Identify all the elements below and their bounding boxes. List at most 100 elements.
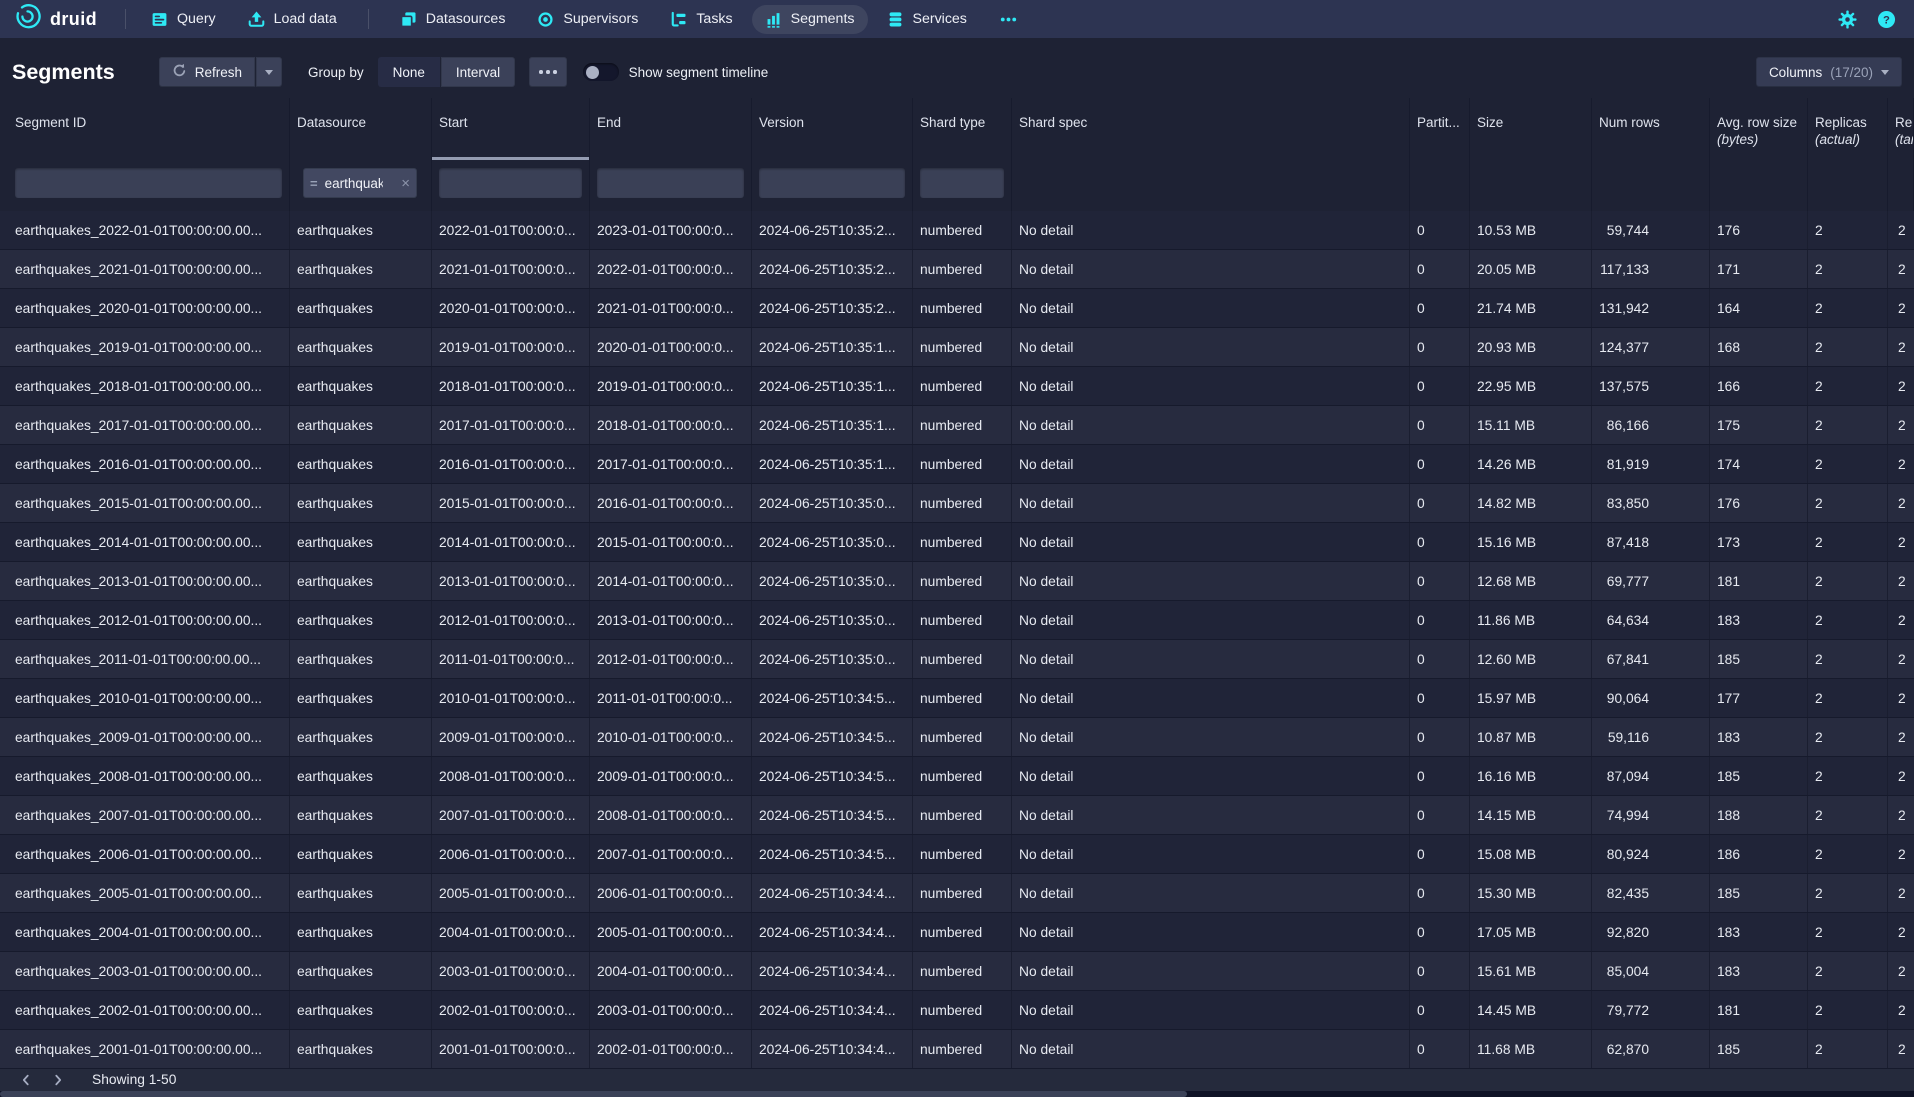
help-icon[interactable]: ? [1877, 10, 1896, 29]
segment-row-11[interactable]: earthquakes_2012-01-01T00:00:00.00...ear… [0, 601, 1914, 640]
nav-item-tasks[interactable]: Tasks [657, 5, 745, 34]
segment-row-14[interactable]: earthquakes_2009-01-01T00:00:00.00...ear… [0, 718, 1914, 757]
filter-input-shard_type[interactable] [920, 168, 1004, 198]
cell-replicas: 2 [1808, 328, 1888, 366]
cell-size: 10.53 MB [1470, 211, 1592, 249]
segment-row-17[interactable]: earthquakes_2006-01-01T00:00:00.00...ear… [0, 835, 1914, 874]
cell-version: 2024-06-25T10:35:0... [752, 640, 913, 678]
cell-replicas: 2 [1808, 952, 1888, 990]
cell-size: 14.26 MB [1470, 445, 1592, 483]
segment-row-22[interactable]: earthquakes_2001-01-01T00:00:00.00...ear… [0, 1030, 1914, 1069]
cell-replicas: 2 [1808, 562, 1888, 600]
column-header-shard_spec[interactable]: Shard spec [1012, 98, 1410, 160]
nav-item-services[interactable]: Services [874, 5, 980, 34]
column-header-replicas[interactable]: Replicas(actual) [1808, 98, 1888, 160]
nav-item-datasources[interactable]: Datasources [387, 5, 519, 34]
segment-row-21[interactable]: earthquakes_2002-01-01T00:00:00.00...ear… [0, 991, 1914, 1030]
segment-timeline-toggle[interactable] [583, 63, 619, 81]
nav-item-label: Tasks [696, 11, 732, 27]
load-data-icon [248, 11, 265, 28]
cell-segment_id: earthquakes_2014-01-01T00:00:00.00... [0, 523, 290, 561]
filter-input-version[interactable] [759, 168, 905, 198]
column-header-num_rows[interactable]: Num rows [1592, 98, 1710, 160]
nav-item-supervisors[interactable]: Supervisors [524, 5, 651, 34]
num-rows-value: 69,777 [1599, 574, 1649, 589]
cell-version: 2024-06-25T10:35:0... [752, 562, 913, 600]
cell-datasource: earthquakes [290, 874, 432, 912]
segment-row-5[interactable]: earthquakes_2018-01-01T00:00:00.00...ear… [0, 367, 1914, 406]
column-header-avg_row_size[interactable]: Avg. row size(bytes) [1710, 98, 1808, 160]
segment-row-18[interactable]: earthquakes_2005-01-01T00:00:00.00...ear… [0, 874, 1914, 913]
cell-replication_factor: 2 [1888, 1030, 1914, 1068]
nav-item-label: Query [177, 11, 216, 27]
filter-cell-size [1470, 160, 1592, 211]
segment-row-10[interactable]: earthquakes_2013-01-01T00:00:00.00...ear… [0, 562, 1914, 601]
filter-input-segment_id[interactable] [15, 168, 282, 198]
scrollbar-thumb[interactable] [0, 1091, 1187, 1097]
segment-row-7[interactable]: earthquakes_2016-01-01T00:00:00.00...ear… [0, 445, 1914, 484]
segment-row-12[interactable]: earthquakes_2011-01-01T00:00:00.00...ear… [0, 640, 1914, 679]
segment-row-13[interactable]: earthquakes_2010-01-01T00:00:00.00...ear… [0, 679, 1914, 718]
cell-replication_factor: 2 [1888, 484, 1914, 522]
segment-row-19[interactable]: earthquakes_2004-01-01T00:00:00.00...ear… [0, 913, 1914, 952]
cell-shard_spec: No detail [1012, 328, 1410, 366]
segment-row-8[interactable]: earthquakes_2015-01-01T00:00:00.00...ear… [0, 484, 1914, 523]
num-rows-value: 117,133 [1599, 262, 1649, 277]
cell-avg_row_size: 168 [1710, 328, 1808, 366]
cell-shard_spec: No detail [1012, 757, 1410, 795]
druid-home-link[interactable]: druid [14, 3, 97, 35]
segment-row-20[interactable]: earthquakes_2003-01-01T00:00:00.00...ear… [0, 952, 1914, 991]
segment-row-6[interactable]: earthquakes_2017-01-01T00:00:00.00...ear… [0, 406, 1914, 445]
segment-row-2[interactable]: earthquakes_2021-01-01T00:00:00.00...ear… [0, 250, 1914, 289]
column-header-version[interactable]: Version [752, 98, 913, 160]
segment-row-1[interactable]: earthquakes_2022-01-01T00:00:00.00...ear… [0, 211, 1914, 250]
num-rows-value: 131,942 [1599, 301, 1649, 316]
cell-shard_spec: No detail [1012, 913, 1410, 951]
columns-button[interactable]: Columns (17/20) [1756, 57, 1902, 87]
cell-size: 15.61 MB [1470, 952, 1592, 990]
column-header-datasource[interactable]: Datasource [290, 98, 432, 160]
toolbar-more-button[interactable] [529, 57, 567, 87]
refresh-dropdown-button[interactable] [256, 57, 282, 87]
cell-segment_id: earthquakes_2021-01-01T00:00:00.00... [0, 250, 290, 288]
chevron-right-icon [51, 1073, 65, 1087]
column-header-partition[interactable]: Partit... [1410, 98, 1470, 160]
group-by-none-button[interactable]: None [378, 57, 440, 87]
filter-input-start[interactable] [439, 168, 582, 198]
segment-row-3[interactable]: earthquakes_2020-01-01T00:00:00.00...ear… [0, 289, 1914, 328]
group-by-interval-button[interactable]: Interval [441, 57, 515, 87]
cell-num_rows: 59,116 [1592, 718, 1710, 756]
column-header-start[interactable]: Start [432, 98, 590, 160]
nav-item-load-data[interactable]: Load data [235, 5, 350, 34]
cell-num_rows: 79,772 [1592, 991, 1710, 1029]
segment-row-9[interactable]: earthquakes_2014-01-01T00:00:00.00...ear… [0, 523, 1914, 562]
segment-row-15[interactable]: earthquakes_2008-01-01T00:00:00.00...ear… [0, 757, 1914, 796]
settings-gear-icon[interactable] [1838, 10, 1857, 29]
cell-end: 2008-01-01T00:00:0... [590, 796, 752, 834]
column-header-segment_id[interactable]: Segment ID [0, 98, 290, 160]
remove-filter-icon[interactable]: × [397, 176, 410, 191]
nav-item-segments[interactable]: Segments [752, 5, 868, 34]
column-header-shard_type[interactable]: Shard type [913, 98, 1012, 160]
datasource-filter-chip[interactable]: =earthquakes× [303, 168, 417, 198]
nav-item-more[interactable] [986, 5, 1031, 34]
segment-row-16[interactable]: earthquakes_2007-01-01T00:00:00.00...ear… [0, 796, 1914, 835]
column-header-replication_factor[interactable]: Replication factor(target) [1888, 98, 1914, 160]
horizontal-scrollbar[interactable] [0, 1091, 1914, 1097]
column-header-end[interactable]: End [590, 98, 752, 160]
cell-partition: 0 [1410, 952, 1470, 990]
cell-replicas: 2 [1808, 523, 1888, 561]
refresh-button[interactable]: Refresh [159, 57, 255, 87]
services-icon [887, 11, 904, 28]
cell-end: 2006-01-01T00:00:0... [590, 874, 752, 912]
cell-avg_row_size: 166 [1710, 367, 1808, 405]
cell-segment_id: earthquakes_2015-01-01T00:00:00.00... [0, 484, 290, 522]
segment-row-4[interactable]: earthquakes_2019-01-01T00:00:00.00...ear… [0, 328, 1914, 367]
cell-shard_spec: No detail [1012, 562, 1410, 600]
nav-item-query[interactable]: Query [138, 5, 229, 34]
filter-input-end[interactable] [597, 168, 744, 198]
cell-shard_type: numbered [913, 484, 1012, 522]
cell-replication_factor: 2 [1888, 913, 1914, 951]
cell-num_rows: 90,064 [1592, 679, 1710, 717]
column-header-size[interactable]: Size [1470, 98, 1592, 160]
